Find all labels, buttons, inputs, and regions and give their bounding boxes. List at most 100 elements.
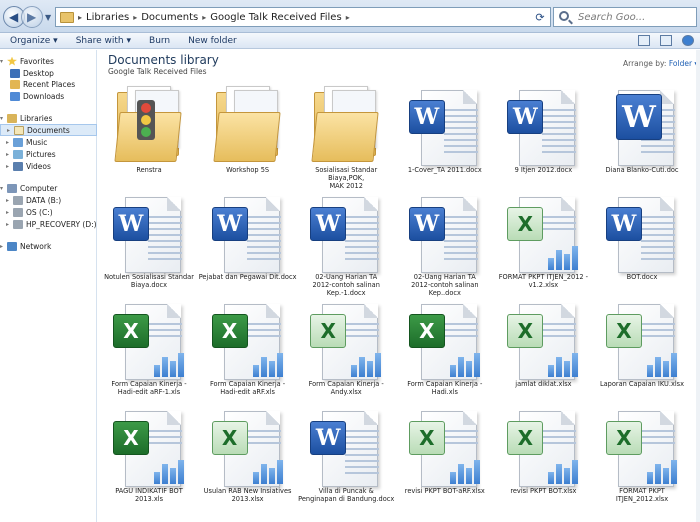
chevron-right-icon[interactable]: ▸ [133,13,137,22]
file-item[interactable]: X Form Capaian Kinerja - Andy.xlsx [297,292,395,399]
file-item[interactable]: X FORMAT PKPT ITJEN_2012 - v1.2.xlsx [494,185,592,292]
chevron-right-icon[interactable]: ▸ [202,13,206,22]
music-icon [13,137,23,147]
word-document-icon: W [211,189,282,273]
chevron-right-icon[interactable]: ▸ [346,13,350,22]
word-document-icon: W [310,189,380,273]
file-item[interactable]: Workshop 5S [199,78,297,185]
expand-icon[interactable]: ▾ [0,115,6,122]
computer-header[interactable]: ▾ Computer [0,182,97,194]
file-item[interactable]: W 02-Uang Harian TA 2012-contoh salinan Kep… [396,185,494,297]
file-item[interactable]: Xjamlat diklat.xlsx [494,292,592,399]
folder-icon [310,82,380,166]
expand-icon[interactable]: ▸ [6,139,12,146]
file-item[interactable]: X Laporan Capaian IKU.xlsx [593,292,691,399]
expand-icon[interactable]: ▸ [6,197,12,204]
expand-icon[interactable]: ▸ [0,243,6,250]
sidebar-item-label: HP_RECOVERY (D:) [26,219,97,229]
file-item[interactable]: W 1-Cover_TA 2011.docx [396,78,494,185]
expand-icon[interactable]: ▸ [7,127,13,134]
file-item[interactable]: X Usulan RAB New Insiatives 2013.xlsx [199,399,297,506]
back-arrow-icon: ◀ [9,10,19,24]
address-input[interactable]: ▸ Libraries ▸ Documents ▸ Google Talk Re… [55,7,551,27]
refresh-icon: ⟳ [535,10,545,24]
refresh-button[interactable]: ⟳ [530,7,550,27]
expand-icon[interactable]: ▸ [6,209,12,216]
sidebar-item-label: Documents [27,125,70,135]
network-header[interactable]: ▸ Network [0,240,97,252]
sidebar-item-label: Desktop [23,68,54,78]
sidebar-item-videos[interactable]: ▸ Videos [0,160,97,172]
file-item[interactable]: Sosialisasi Standar Biaya,POK, MAK 2012 [297,78,395,190]
folder-icon [113,82,183,166]
favorites-header[interactable]: ▾ Favorites [0,55,97,67]
file-item[interactable]: X PAGU INDIKATIF BOT 2013.xls [100,399,198,506]
search-icon [559,11,569,21]
help-icon[interactable] [682,35,694,46]
breadcrumb-documents[interactable]: Documents [141,12,198,23]
organize-button[interactable]: Organize ▾ [10,36,58,46]
recent-pages-chevron-icon[interactable]: ▼ [45,13,51,22]
file-item[interactable]: W9 Itjen 2012.docx [494,78,592,185]
new-folder-button[interactable]: New folder [188,36,237,46]
file-item[interactable]: W Pejabat dan Pegawai Dit.docx [199,185,297,292]
sidebar-item-drive-d[interactable]: ▸ HP_RECOVERY (D:) [0,218,97,230]
file-item[interactable]: X Form Capaian Kinerja - Hadi-edit aRF.xls [199,292,297,399]
sidebar-item-downloads[interactable]: Downloads [0,90,97,102]
page-title: Documents library [108,53,219,67]
sidebar-item-music[interactable]: ▸ Music [0,136,97,148]
burn-button[interactable]: Burn [149,36,170,46]
file-view: Documents library Google Talk Received F… [98,50,700,522]
sidebar-item-label: OS (C:) [26,207,53,217]
folder-icon [212,82,282,166]
chevron-right-icon[interactable]: ▸ [78,13,82,22]
expand-icon[interactable]: ▸ [6,151,12,158]
word-document-icon: W [113,189,183,273]
file-item[interactable]: W Notulen Sosialisasi Standar Biaya.docx [100,185,198,292]
word-document-icon: W [408,189,479,273]
sidebar-item-label: DATA (B:) [26,195,62,205]
expand-icon[interactable]: ▾ [0,185,6,192]
file-item[interactable]: X Form Capaian Kinerja - Hadi-edit aRF-1.x… [100,292,198,399]
file-item[interactable]: W Villa di Puncak & Penginapan di Bandung.… [297,399,395,506]
sidebar-item-pictures[interactable]: ▸ Pictures [0,148,97,160]
file-item[interactable]: X Form Capaian Kinerja - Hadi.xls [396,292,494,399]
breadcrumb-current-folder[interactable]: Google Talk Received Files [210,12,341,23]
file-name-label: Renstra [136,166,162,174]
downloads-icon [10,91,20,101]
sidebar-item-documents[interactable]: ▸ Documents [0,124,97,136]
expand-icon[interactable]: ▸ [6,163,12,170]
search-input[interactable]: Search Goo... [553,7,697,27]
libraries-header[interactable]: ▾ Libraries [0,112,97,124]
file-item[interactable]: W 02-Uang Harian TA 2012-contoh salinan Kep… [297,185,395,297]
file-item[interactable]: Renstra [100,78,198,185]
file-name-label: revisi PKPT BOT.xlsx [510,487,577,495]
file-item[interactable]: W BOT.docx [593,185,691,292]
breadcrumb-libraries[interactable]: Libraries [86,12,129,23]
drive-icon [13,195,23,205]
file-name-label: PAGU INDIKATIF BOT 2013.xls [115,487,183,503]
sidebar-item-recent-places[interactable]: Recent Places [0,78,97,90]
scrollbar[interactable] [696,50,700,522]
change-view-icon[interactable] [638,35,650,46]
expand-icon[interactable]: ▸ [6,221,12,228]
file-item[interactable]: Xrevisi PKPT BOT.xlsx [494,399,592,506]
file-item[interactable]: W Diana Blanko-Cuti.doc [593,78,691,185]
file-item[interactable]: Xrevisi PKPT BOT-aRF.xlsx [396,399,494,506]
sidebar-item-drive-b[interactable]: ▸ DATA (B:) [0,194,97,206]
videos-icon [13,161,23,171]
file-name-label: revisi PKPT BOT-aRF.xlsx [404,487,485,495]
favorites-label: Favorites [20,56,54,66]
share-with-button[interactable]: Share with ▾ [76,36,131,46]
word-document-icon: W [606,82,676,166]
libraries-label: Libraries [20,113,53,123]
arrange-by-control[interactable]: Arrange by: Folder ▾ [623,59,698,68]
expand-icon[interactable]: ▾ [0,58,6,65]
desktop-icon [10,68,20,78]
file-item[interactable]: X FORMAT PKPT ITJEN_2012.xlsx [593,399,691,506]
sidebar-item-drive-c[interactable]: ▸ OS (C:) [0,206,97,218]
preview-pane-icon[interactable] [660,35,672,46]
arrange-by-value[interactable]: Folder ▾ [669,59,698,68]
forward-button[interactable]: ▶ [21,6,43,28]
word-document-icon: W [408,82,479,166]
